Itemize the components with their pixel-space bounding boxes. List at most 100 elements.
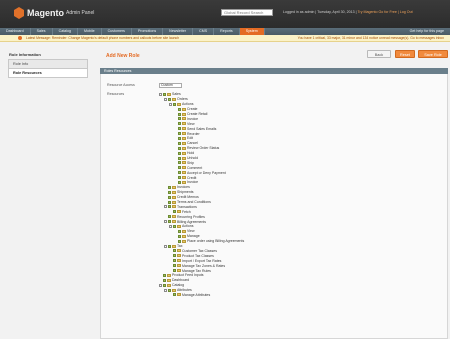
help-link[interactable]: Get help for this page [410,28,444,35]
folder-icon [182,136,186,140]
tree-checkbox[interactable] [178,239,181,243]
sidebar-tab[interactable]: Role Info [8,60,88,69]
tree-node-label: Shipments [177,190,194,195]
tree-checkbox[interactable] [173,254,176,258]
tree-node-label: Product Feed Inputs [172,273,204,278]
tree-expander-icon[interactable] [159,283,162,287]
tree-checkbox[interactable] [173,210,176,214]
tree-expander-icon[interactable] [164,220,167,224]
tree-node-label: Send Sales Emails [187,126,217,131]
notice-inbox-link[interactable]: You have 1 critical, 33 major, 31 minor … [298,35,444,41]
folder-icon [182,161,186,165]
tree-checkbox[interactable] [178,229,181,233]
tree-checkbox[interactable] [168,205,171,209]
tree-checkbox[interactable] [178,132,181,136]
tree-node[interactable]: Manage Attributes [159,293,359,298]
nav-item[interactable]: Catalog [53,28,78,35]
resource-access-select[interactable]: Custom [159,83,182,88]
tree-node-label: Manage Attributes [182,292,211,297]
tree-checkbox[interactable] [178,180,181,184]
folder-icon [182,112,186,116]
tree-checkbox[interactable] [168,200,171,204]
folder-icon [177,264,181,268]
tree-checkbox[interactable] [173,249,176,253]
tree-expander-icon[interactable] [169,102,172,106]
tree-node-label: Unhold [187,156,199,161]
tree-checkbox[interactable] [173,259,176,263]
folder-icon [182,229,186,233]
folder-icon [167,92,171,96]
tree-node-label: Ship [187,160,195,165]
tree-checkbox[interactable] [178,176,181,180]
nav-item[interactable]: Customers [102,28,132,35]
tree-checkbox[interactable] [173,269,176,272]
tree-checkbox[interactable] [178,122,181,126]
tree-checkbox[interactable] [178,234,181,238]
folder-icon [182,141,186,145]
tree-checkbox[interactable] [178,171,181,175]
nav-item[interactable]: Sales [31,28,53,35]
tree-checkbox[interactable] [168,195,171,199]
tree-checkbox[interactable] [178,136,181,140]
tree-node-label: Create [187,107,198,112]
tree-checkbox[interactable] [168,185,171,189]
tree-checkbox[interactable] [178,151,181,155]
tree-checkbox[interactable] [178,161,181,165]
tree-checkbox[interactable] [173,224,176,228]
tree-expander-icon[interactable] [164,288,167,292]
tree-expander-icon[interactable] [159,92,162,96]
tree-checkbox[interactable] [173,264,176,268]
tree-checkbox[interactable] [168,220,171,224]
tree-checkbox[interactable] [163,273,166,277]
tree-checkbox[interactable] [178,146,181,150]
tree-expander-icon[interactable] [164,205,167,209]
save-role-button[interactable]: Save Role [418,50,448,58]
tree-checkbox[interactable] [178,112,181,116]
tree-node-label: Actions [182,102,194,107]
tree-node-label: Recurring Profiles [177,214,205,219]
tree-checkbox[interactable] [178,107,181,111]
tree-checkbox[interactable] [168,244,171,248]
tree-node-label: Credit Memos [177,195,199,200]
resource-tree: Sales Orders Actions Create Create Retail Inv… [159,92,359,297]
folder-icon [172,220,176,224]
nav-item[interactable]: Promotions [132,28,164,35]
reset-button[interactable]: Reset [395,50,415,58]
tree-checkbox[interactable] [163,278,166,282]
tree-checkbox[interactable] [178,156,181,160]
system-message-bar: Latest Message: Reminder: Change Magento… [0,35,450,42]
tree-checkbox[interactable] [168,190,171,194]
tree-checkbox[interactable] [178,127,181,131]
tree-checkbox[interactable] [163,92,166,96]
tree-checkbox[interactable] [178,117,181,121]
nav-item[interactable]: Newsletter [163,28,194,35]
tree-expander-icon[interactable] [164,244,167,248]
tree-checkbox[interactable] [178,166,181,170]
magento-logo[interactable]: Magento Admin Panel [14,6,94,20]
folder-icon [172,205,176,209]
role-sidebar: Role Information Role Info Role Resources [8,50,88,78]
tree-node-label: Place order using Billing Agreements [187,239,245,244]
nav-item[interactable]: System [239,28,265,35]
tree-expander-icon[interactable] [169,224,172,228]
page-title: Add New Role [106,53,140,59]
sidebar-tab[interactable]: Role Resources [8,69,88,78]
tree-checkbox[interactable] [178,141,181,145]
tree-checkbox[interactable] [173,293,176,297]
tree-node-label: Manage Tax Zones & Rates [182,263,226,268]
notice-text[interactable]: Latest Message: Reminder: Change Magento… [26,36,179,40]
nav-item[interactable]: CMS [193,28,215,35]
tree-checkbox[interactable] [173,102,176,106]
back-button[interactable]: Back [367,50,391,58]
tree-checkbox[interactable] [168,215,171,219]
global-search-input[interactable]: Global Record Search [221,9,273,16]
tree-checkbox[interactable] [168,97,171,101]
tree-expander-icon[interactable] [164,97,167,101]
tree-checkbox[interactable] [168,288,171,292]
user-links[interactable]: Try Magento Go for Free | Log Out [357,10,412,14]
nav-item[interactable]: Dashboard [0,28,31,35]
nav-item[interactable]: Reports [214,28,240,35]
tree-checkbox[interactable] [163,283,166,287]
tree-node-label: Billing Agreements [177,219,206,224]
nav-item[interactable]: Mobile [78,28,102,35]
